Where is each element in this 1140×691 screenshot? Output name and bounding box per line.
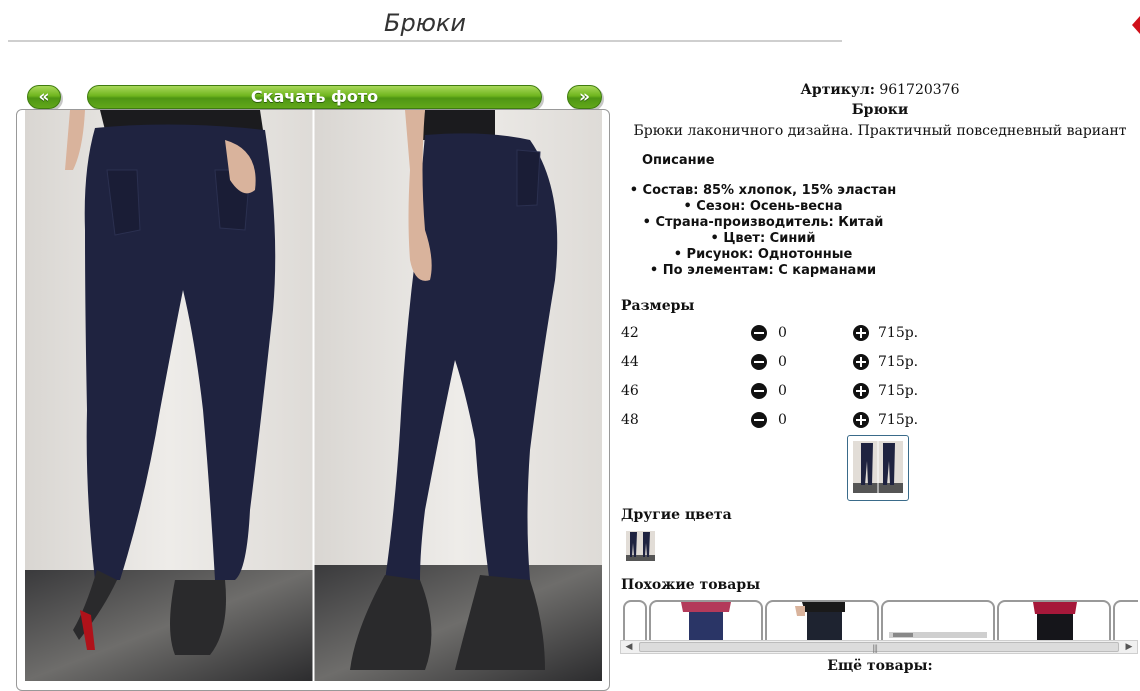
other-colors-heading: Другие цвета: [621, 507, 732, 523]
description-item: Сезон: Осень-весна: [620, 199, 906, 215]
size-label: 44: [621, 354, 639, 370]
size-price: 715р.: [878, 383, 919, 399]
similar-product-card[interactable]: [1113, 600, 1138, 640]
scroll-right-icon[interactable]: ▶: [1122, 641, 1136, 653]
product-short-description: Брюки лаконичного дизайна. Практичный по…: [633, 123, 1127, 139]
description-item: По элементам: С карманами: [620, 263, 906, 279]
size-row: 48 0 715р.: [621, 409, 941, 431]
description-item: Состав: 85% хлопок, 15% эластан: [620, 183, 906, 199]
similar-product-card[interactable]: [881, 600, 995, 640]
close-icon[interactable]: [1132, 14, 1140, 36]
size-row: 46 0 715р.: [621, 380, 941, 402]
page-title: Брюки: [8, 6, 842, 42]
next-photo-button[interactable]: »: [567, 85, 602, 109]
prev-photo-button[interactable]: «: [27, 85, 61, 109]
size-label: 42: [621, 325, 639, 341]
similar-product-card[interactable]: [649, 600, 763, 640]
download-photo-button[interactable]: Скачать фото: [87, 85, 542, 109]
plus-icon[interactable]: [853, 325, 869, 341]
similar-products-strip: [620, 600, 1138, 640]
size-price: 715р.: [878, 325, 919, 341]
description-item: Страна-производитель: Китай: [620, 215, 906, 231]
size-row: 44 0 715р.: [621, 351, 941, 373]
size-quantity: 0: [778, 412, 787, 428]
more-products-heading: Ещё товары:: [827, 658, 933, 674]
size-quantity: 0: [778, 383, 787, 399]
size-quantity: 0: [778, 354, 787, 370]
description-item: Рисунок: Однотонные: [620, 247, 906, 263]
size-row: 42 0 715р.: [621, 322, 941, 344]
similar-products-scrollbar[interactable]: ◀ ||| ▶: [620, 640, 1138, 654]
sizes-heading: Размеры: [621, 298, 695, 314]
description-list: Состав: 85% хлопок, 15% эластан Сезон: О…: [620, 183, 906, 279]
minus-icon[interactable]: [751, 383, 767, 399]
plus-icon[interactable]: [853, 383, 869, 399]
product-thumbnail[interactable]: [847, 435, 909, 501]
product-photo[interactable]: [25, 110, 602, 681]
size-price: 715р.: [878, 412, 919, 428]
size-price: 715р.: [878, 354, 919, 370]
size-label: 46: [621, 383, 639, 399]
color-variant-thumbnail[interactable]: [626, 531, 655, 561]
product-name: Брюки: [851, 102, 909, 118]
similar-product-card[interactable]: [623, 600, 647, 640]
article-value: 961720376: [879, 82, 960, 98]
size-quantity: 0: [778, 325, 787, 341]
scrollbar-thumb[interactable]: |||: [639, 642, 1119, 653]
article-label: Артикул:: [800, 82, 875, 98]
article-line: Артикул: 961720376: [620, 82, 1140, 98]
description-item: Цвет: Синий: [620, 231, 906, 247]
similar-products-heading: Похожие товары: [621, 577, 761, 593]
plus-icon[interactable]: [853, 354, 869, 370]
size-label: 48: [621, 412, 639, 428]
minus-icon[interactable]: [751, 354, 767, 370]
description-heading: Описание: [642, 153, 715, 168]
similar-product-card[interactable]: [997, 600, 1111, 640]
minus-icon[interactable]: [751, 412, 767, 428]
minus-icon[interactable]: [751, 325, 767, 341]
grip-icon: |||: [872, 644, 878, 653]
similar-product-card[interactable]: [765, 600, 879, 640]
scroll-left-icon[interactable]: ◀: [622, 641, 636, 653]
plus-icon[interactable]: [853, 412, 869, 428]
